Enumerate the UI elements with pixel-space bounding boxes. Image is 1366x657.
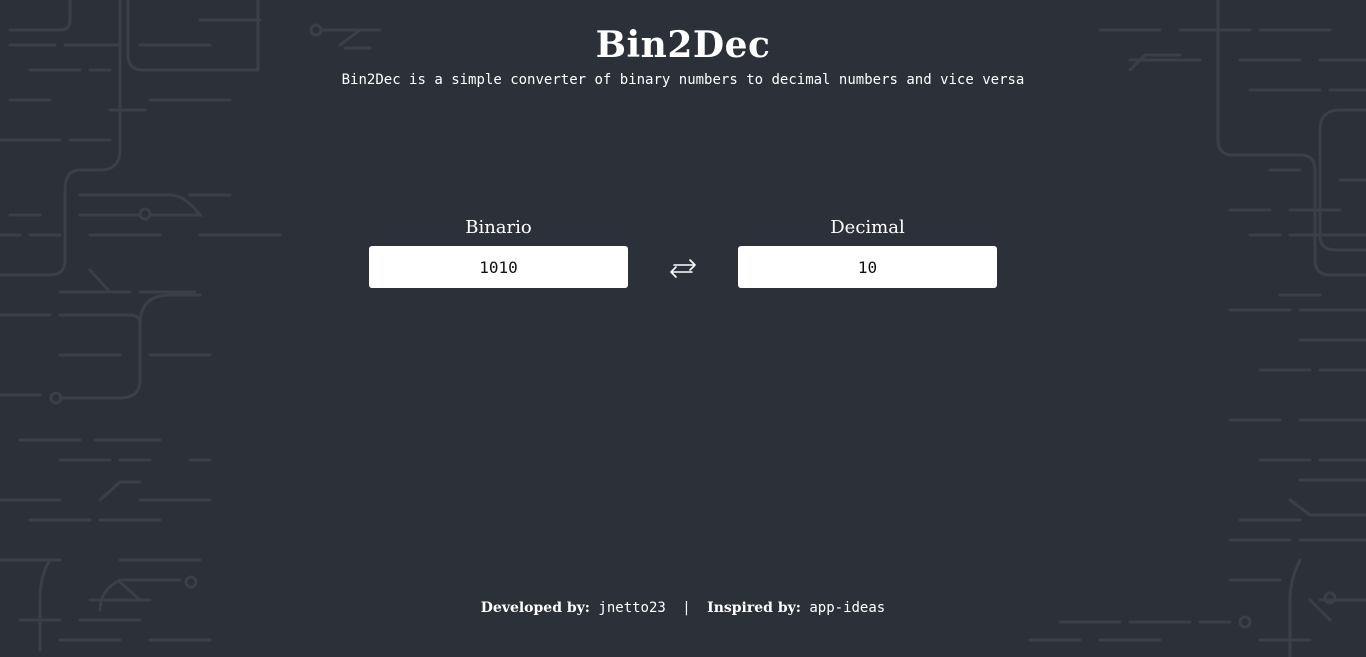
swap-arrows-icon [670,259,696,278]
binary-input[interactable] [369,246,628,288]
binary-field: Binario [369,216,628,288]
decimal-label: Decimal [830,217,905,238]
footer-separator: | [682,600,691,616]
inspired-by-label: Inspired by: [707,600,801,616]
binary-label: Binario [465,217,532,238]
page-subtitle: Bin2Dec is a simple converter of binary … [341,72,1025,88]
swap-button[interactable] [666,255,700,281]
decimal-field: Decimal [738,216,997,288]
decimal-input[interactable] [738,246,997,288]
developer-link[interactable]: jnetto23 [598,600,665,616]
circuit-background [0,0,1366,657]
app-root: Bin2Dec Bin2Dec is a simple converter of… [0,0,1366,657]
footer: Developed by: jnetto23 | Inspired by: ap… [0,600,1366,616]
page-title: Bin2Dec [595,24,771,66]
inspired-link[interactable]: app-ideas [809,600,885,616]
developed-by-label: Developed by: [480,600,590,616]
